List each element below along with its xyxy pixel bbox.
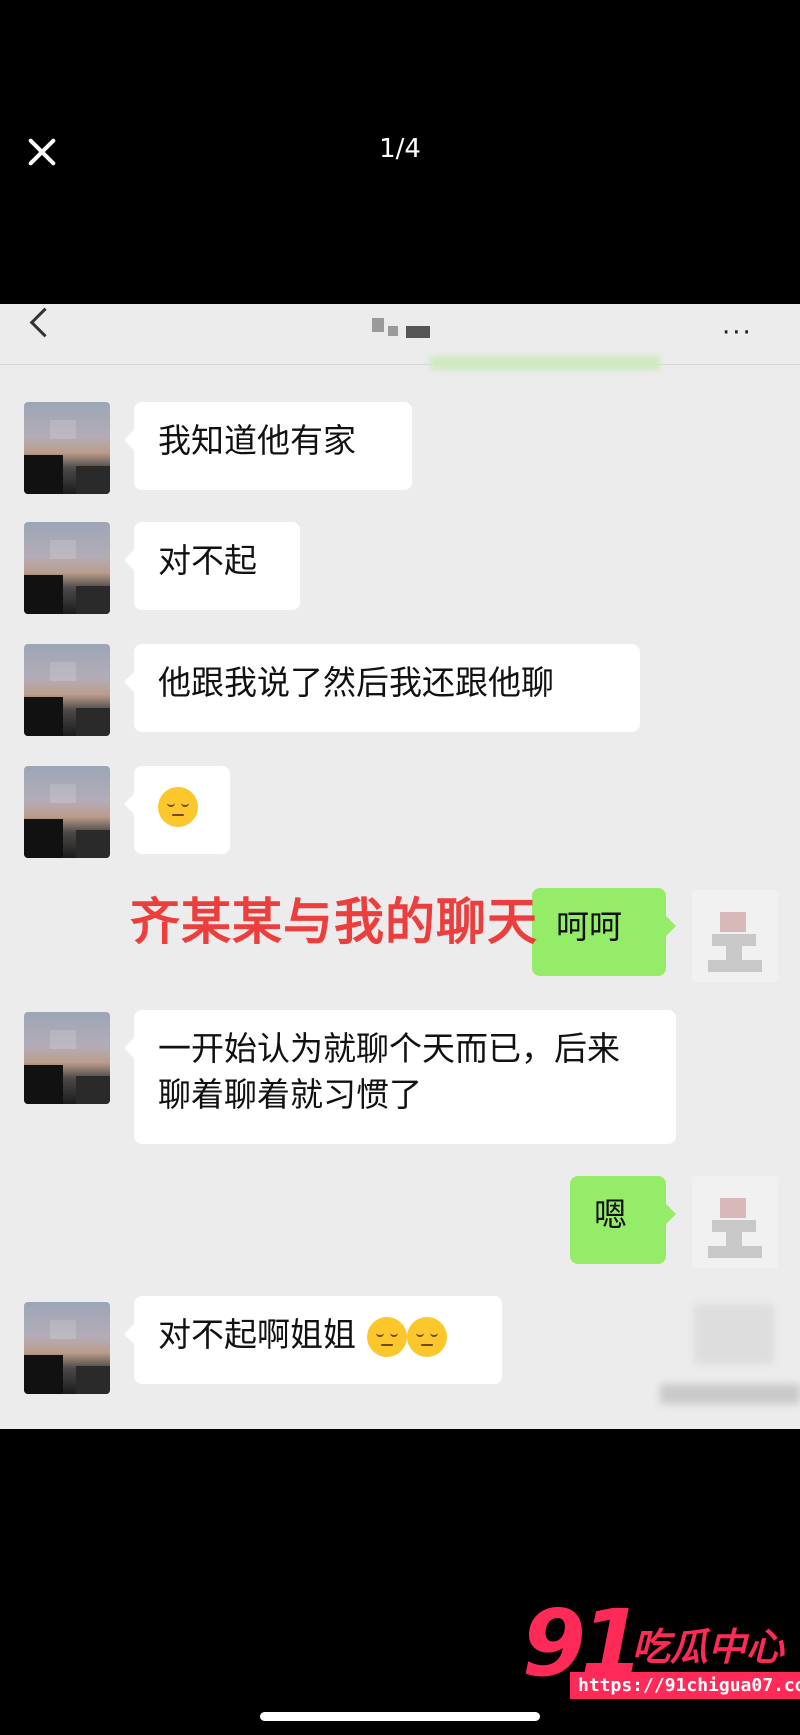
message-bubble: 一开始认为就聊个天而已，后来聊着聊着就习惯了: [124, 1010, 676, 1144]
overlay-caption: 齐某某与我的聊天: [130, 893, 538, 951]
message-text: 他跟我说了然后我还跟他聊: [158, 663, 554, 702]
my-avatar[interactable]: [692, 1176, 778, 1268]
message-text: 嗯: [594, 1195, 627, 1234]
blurred-banner: [430, 356, 660, 370]
message-bubble: 我知道他有家: [124, 402, 412, 490]
contact-name-redacted: [372, 314, 432, 340]
more-options-icon[interactable]: ···: [722, 320, 753, 346]
blurred-avatar: [694, 1304, 774, 1364]
message-text: 一开始认为就聊个天而已，后来聊着聊着就习惯了: [158, 1029, 620, 1114]
contact-avatar[interactable]: [24, 644, 110, 736]
chat-header: ···: [0, 304, 800, 370]
message-bubble: 对不起: [124, 522, 300, 610]
message-bubble: 对不起啊姐姐: [124, 1296, 502, 1384]
back-chevron-icon[interactable]: [29, 307, 60, 338]
my-message-bubble: 嗯: [570, 1176, 676, 1264]
viewer-top-bar: 1/4: [0, 0, 800, 300]
watermark-url: https://91chigua07.com: [570, 1672, 800, 1699]
contact-avatar[interactable]: [24, 766, 110, 858]
message-bubble: 他跟我说了然后我还跟他聊: [124, 644, 640, 732]
image-counter: 1/4: [379, 134, 421, 164]
pensive-face-emoji: [158, 786, 198, 827]
contact-avatar[interactable]: [24, 522, 110, 614]
message-text: 呵呵: [556, 907, 622, 946]
my-message-bubble: 呵呵: [532, 888, 676, 976]
message-text: 对不起: [158, 541, 257, 580]
my-avatar[interactable]: [692, 890, 778, 982]
contact-avatar[interactable]: [24, 1302, 110, 1394]
watermark-logo-text: 吃瓜中心: [632, 1625, 785, 1669]
home-indicator[interactable]: [260, 1712, 540, 1721]
contact-avatar[interactable]: [24, 402, 110, 494]
blurred-strip: [660, 1384, 800, 1404]
message-text: 对不起啊姐姐: [158, 1315, 356, 1354]
message-text: 我知道他有家: [158, 421, 356, 460]
pensive-face-emoji: [406, 1316, 447, 1357]
message-bubble: [124, 766, 230, 854]
pensive-face-emoji: [366, 1316, 407, 1357]
chat-screenshot: ··· 我知道他有家 对不起 他跟我说了然后我还跟他聊 呵呵 齐某某与我的聊天 …: [0, 304, 800, 1429]
contact-avatar[interactable]: [24, 1012, 110, 1104]
